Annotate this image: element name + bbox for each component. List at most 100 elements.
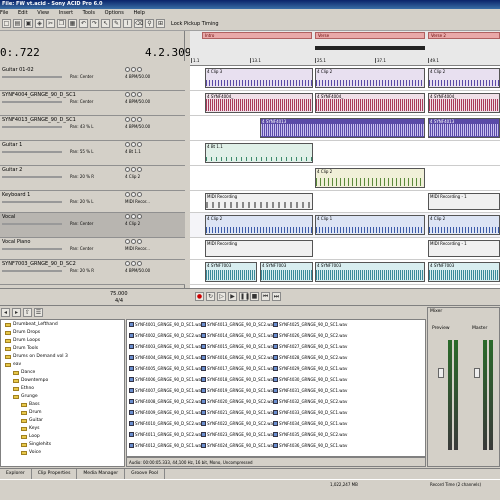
file-item[interactable]: SYNF4033_GRNGE_90_D_SC1.wav <box>273 410 347 415</box>
timeline-area[interactable]: 4 Clip 3 4 Clip 2 4 Clip 2 4 SYNF4004_ 4… <box>190 66 500 288</box>
file-item[interactable]: SYNF4010_GRNGE_90_D_SC2.wav <box>129 421 203 426</box>
track-header-selected[interactable]: Vocal Pan: Center 4 Clip 2 <box>0 213 185 238</box>
arm-icon[interactable] <box>137 167 142 172</box>
mute-icon[interactable] <box>125 192 130 197</box>
track-header[interactable]: Guitar 2 Pan: 20 % R 4 Clip 2 <box>0 166 185 191</box>
arm-icon[interactable] <box>137 142 142 147</box>
redo-icon[interactable]: ↷ <box>90 19 99 28</box>
undo-icon[interactable]: ↶ <box>79 19 88 28</box>
file-item[interactable]: SYNF4008_GRNGE_90_D_SC2.wav <box>129 399 203 404</box>
file-item[interactable]: SYNF4003_GRNGE_90_D_SC1.wav <box>129 344 203 349</box>
menu-view[interactable]: View <box>37 10 49 16</box>
midi-clip[interactable]: MIDI Recording - 1 <box>428 240 500 257</box>
tree-item[interactable]: Drum Tools <box>5 346 38 351</box>
file-item[interactable]: SYNF4004_GRNGE_90_D_SC1.wav <box>129 355 203 360</box>
track-name[interactable]: Vocal <box>2 214 15 220</box>
file-item[interactable]: SYNF4035_GRNGE_90_D_SC2.wav <box>273 432 347 437</box>
file-item[interactable]: SYNF4005_GRNGE_90_D_SC1.wav <box>129 366 203 371</box>
record-icon[interactable]: ● <box>195 292 204 301</box>
track-name[interactable]: SYNF7003_GRNGE_90_D_SC2 <box>2 261 76 267</box>
file-item[interactable]: SYNF4012_GRNGE_90_D_SC1.wav <box>129 443 203 448</box>
tree-item[interactable]: Drum Loops <box>5 338 40 343</box>
clip[interactable]: 4 Clip 2 <box>315 168 425 188</box>
tree-item[interactable]: Downtempo <box>13 378 48 383</box>
clip[interactable]: 4 Clip 2 <box>428 68 500 88</box>
file-item[interactable]: SYNF4026_GRNGE_90_D_SC2.wav <box>273 333 347 338</box>
volume-slider[interactable] <box>2 126 62 128</box>
draw-tool-icon[interactable]: ✎ <box>112 19 121 28</box>
file-item[interactable]: SYNF4028_GRNGE_90_D_SC2.wav <box>273 355 347 360</box>
menu-options[interactable]: Options <box>105 10 124 16</box>
file-item[interactable]: SYNF4016_GRNGE_90_D_SC2.wav <box>201 355 275 360</box>
file-item[interactable]: SYNF4022_GRNGE_90_D_SC2.wav <box>201 421 275 426</box>
volume-slider[interactable] <box>2 176 62 178</box>
file-item[interactable]: SYNF4027_GRNGE_90_D_SC1.wav <box>273 344 347 349</box>
file-item[interactable]: SYNF4017_GRNGE_90_D_SC1.wav <box>201 366 275 371</box>
tree-item[interactable]: Ethno <box>13 386 34 391</box>
file-item[interactable]: SYNF4036_GRNGE_90_D_SC1.wav <box>273 443 347 448</box>
save-icon[interactable]: ▣ <box>24 19 33 28</box>
clip[interactable]: 4 SYNF7003 <box>428 262 500 282</box>
solo-icon[interactable] <box>131 92 136 97</box>
tab-groove-pool[interactable]: Groove Pool <box>125 469 166 479</box>
mute-icon[interactable] <box>125 67 130 72</box>
track-header[interactable]: SYNF4004_GRNGE_90_D_SC1 Pan: Center 4 BP… <box>0 91 185 116</box>
menu-file[interactable]: File <box>0 10 8 16</box>
solo-icon[interactable] <box>131 261 136 266</box>
clip[interactable]: 4 Clip 3 <box>205 68 313 88</box>
clip[interactable]: 4 Clip 2 <box>315 68 425 88</box>
track-name[interactable]: Guitar 1 <box>2 142 22 148</box>
normal-tool-icon[interactable]: ↖ <box>101 19 110 28</box>
track-name[interactable]: Guitar 01-02 <box>2 67 34 73</box>
file-item[interactable]: SYNF4032_GRNGE_90_D_SC2.wav <box>273 399 347 404</box>
render-icon[interactable]: ◈ <box>35 19 44 28</box>
file-item[interactable]: SYNF4001_GRNGE_90_D_SC1.wav <box>129 322 203 327</box>
track-name[interactable]: Keyboard 1 <box>2 192 30 198</box>
clip[interactable]: 4 SYNF4004_ <box>428 93 500 113</box>
loop-icon[interactable]: ↻ <box>206 292 215 301</box>
arm-icon[interactable] <box>137 239 142 244</box>
file-item[interactable]: SYNF4029_GRNGE_90_D_SC1.wav <box>273 366 347 371</box>
file-item[interactable]: SYNF4006_GRNGE_90_D_SC1.wav <box>129 377 203 382</box>
tree-item[interactable]: Drumbeat_Lefthand <box>5 322 58 327</box>
tree-item[interactable]: Grunge <box>13 394 38 399</box>
clip[interactable]: 4 Clip 1 <box>315 215 425 235</box>
track-header[interactable]: Vocal Piano Pan: Center MIDI Recor... <box>0 238 185 260</box>
file-item[interactable]: SYNF4007_GRNGE_90_D_SC1.wav <box>129 388 203 393</box>
tree-item[interactable]: Voice <box>21 450 41 455</box>
volume-slider[interactable] <box>2 270 62 272</box>
tempo-value[interactable]: 75.000 <box>110 291 128 297</box>
arm-icon[interactable] <box>137 67 142 72</box>
file-item[interactable]: SYNF4014_GRNGE_90_D_SC1.wav <box>201 333 275 338</box>
tab-media-manager[interactable]: Media Manager <box>77 469 126 479</box>
mute-icon[interactable] <box>125 261 130 266</box>
snap-icon[interactable]: ⊞ <box>156 19 165 28</box>
tree-item[interactable]: Loop <box>21 434 40 439</box>
track-header[interactable]: SYNF7003_GRNGE_90_D_SC2 Pan: 20 % R 4 BP… <box>0 260 185 285</box>
track-lane[interactable]: 4 Clip 2 <box>190 166 500 191</box>
track-lane[interactable]: MIDI Recording MIDI Recording - 1 <box>190 238 500 260</box>
marker-intro[interactable]: Intro <box>202 32 312 39</box>
tree-item[interactable]: Drum Drops <box>5 330 40 335</box>
volume-slider[interactable] <box>2 101 62 103</box>
track-lane[interactable]: 4 SYNF7003 4 SYNF7003 4 SYNF7003 4 SYNF7… <box>190 260 500 285</box>
arm-icon[interactable] <box>137 214 142 219</box>
mute-icon[interactable] <box>125 167 130 172</box>
tab-clip-properties[interactable]: Clip Properties <box>32 469 78 479</box>
menu-edit[interactable]: Edit <box>18 10 28 16</box>
tree-item[interactable]: eav <box>5 362 21 367</box>
clip[interactable]: 4 SYNF7003 <box>315 262 425 282</box>
volume-slider[interactable] <box>2 223 62 225</box>
envelope-tool-icon[interactable]: ⌇ <box>123 19 132 28</box>
marker-verse-2[interactable]: Verse 2 <box>428 32 500 39</box>
time-signature[interactable]: 4/4 <box>115 298 123 304</box>
arm-icon[interactable] <box>137 261 142 266</box>
tree-item[interactable]: Singlehits <box>21 442 51 447</box>
volume-slider[interactable] <box>2 248 62 250</box>
mute-icon[interactable] <box>125 142 130 147</box>
loop-region[interactable] <box>315 46 425 50</box>
tree-item[interactable]: Keys <box>21 426 40 431</box>
track-header[interactable]: Keyboard 1 Pan: 20 % L MIDI Recor... <box>0 191 185 213</box>
track-header[interactable]: Guitar 01-02 Pan: Center 4 BPM/50.00 <box>0 66 185 91</box>
track-lane[interactable]: 4 Bt 1.1 <box>190 141 500 166</box>
